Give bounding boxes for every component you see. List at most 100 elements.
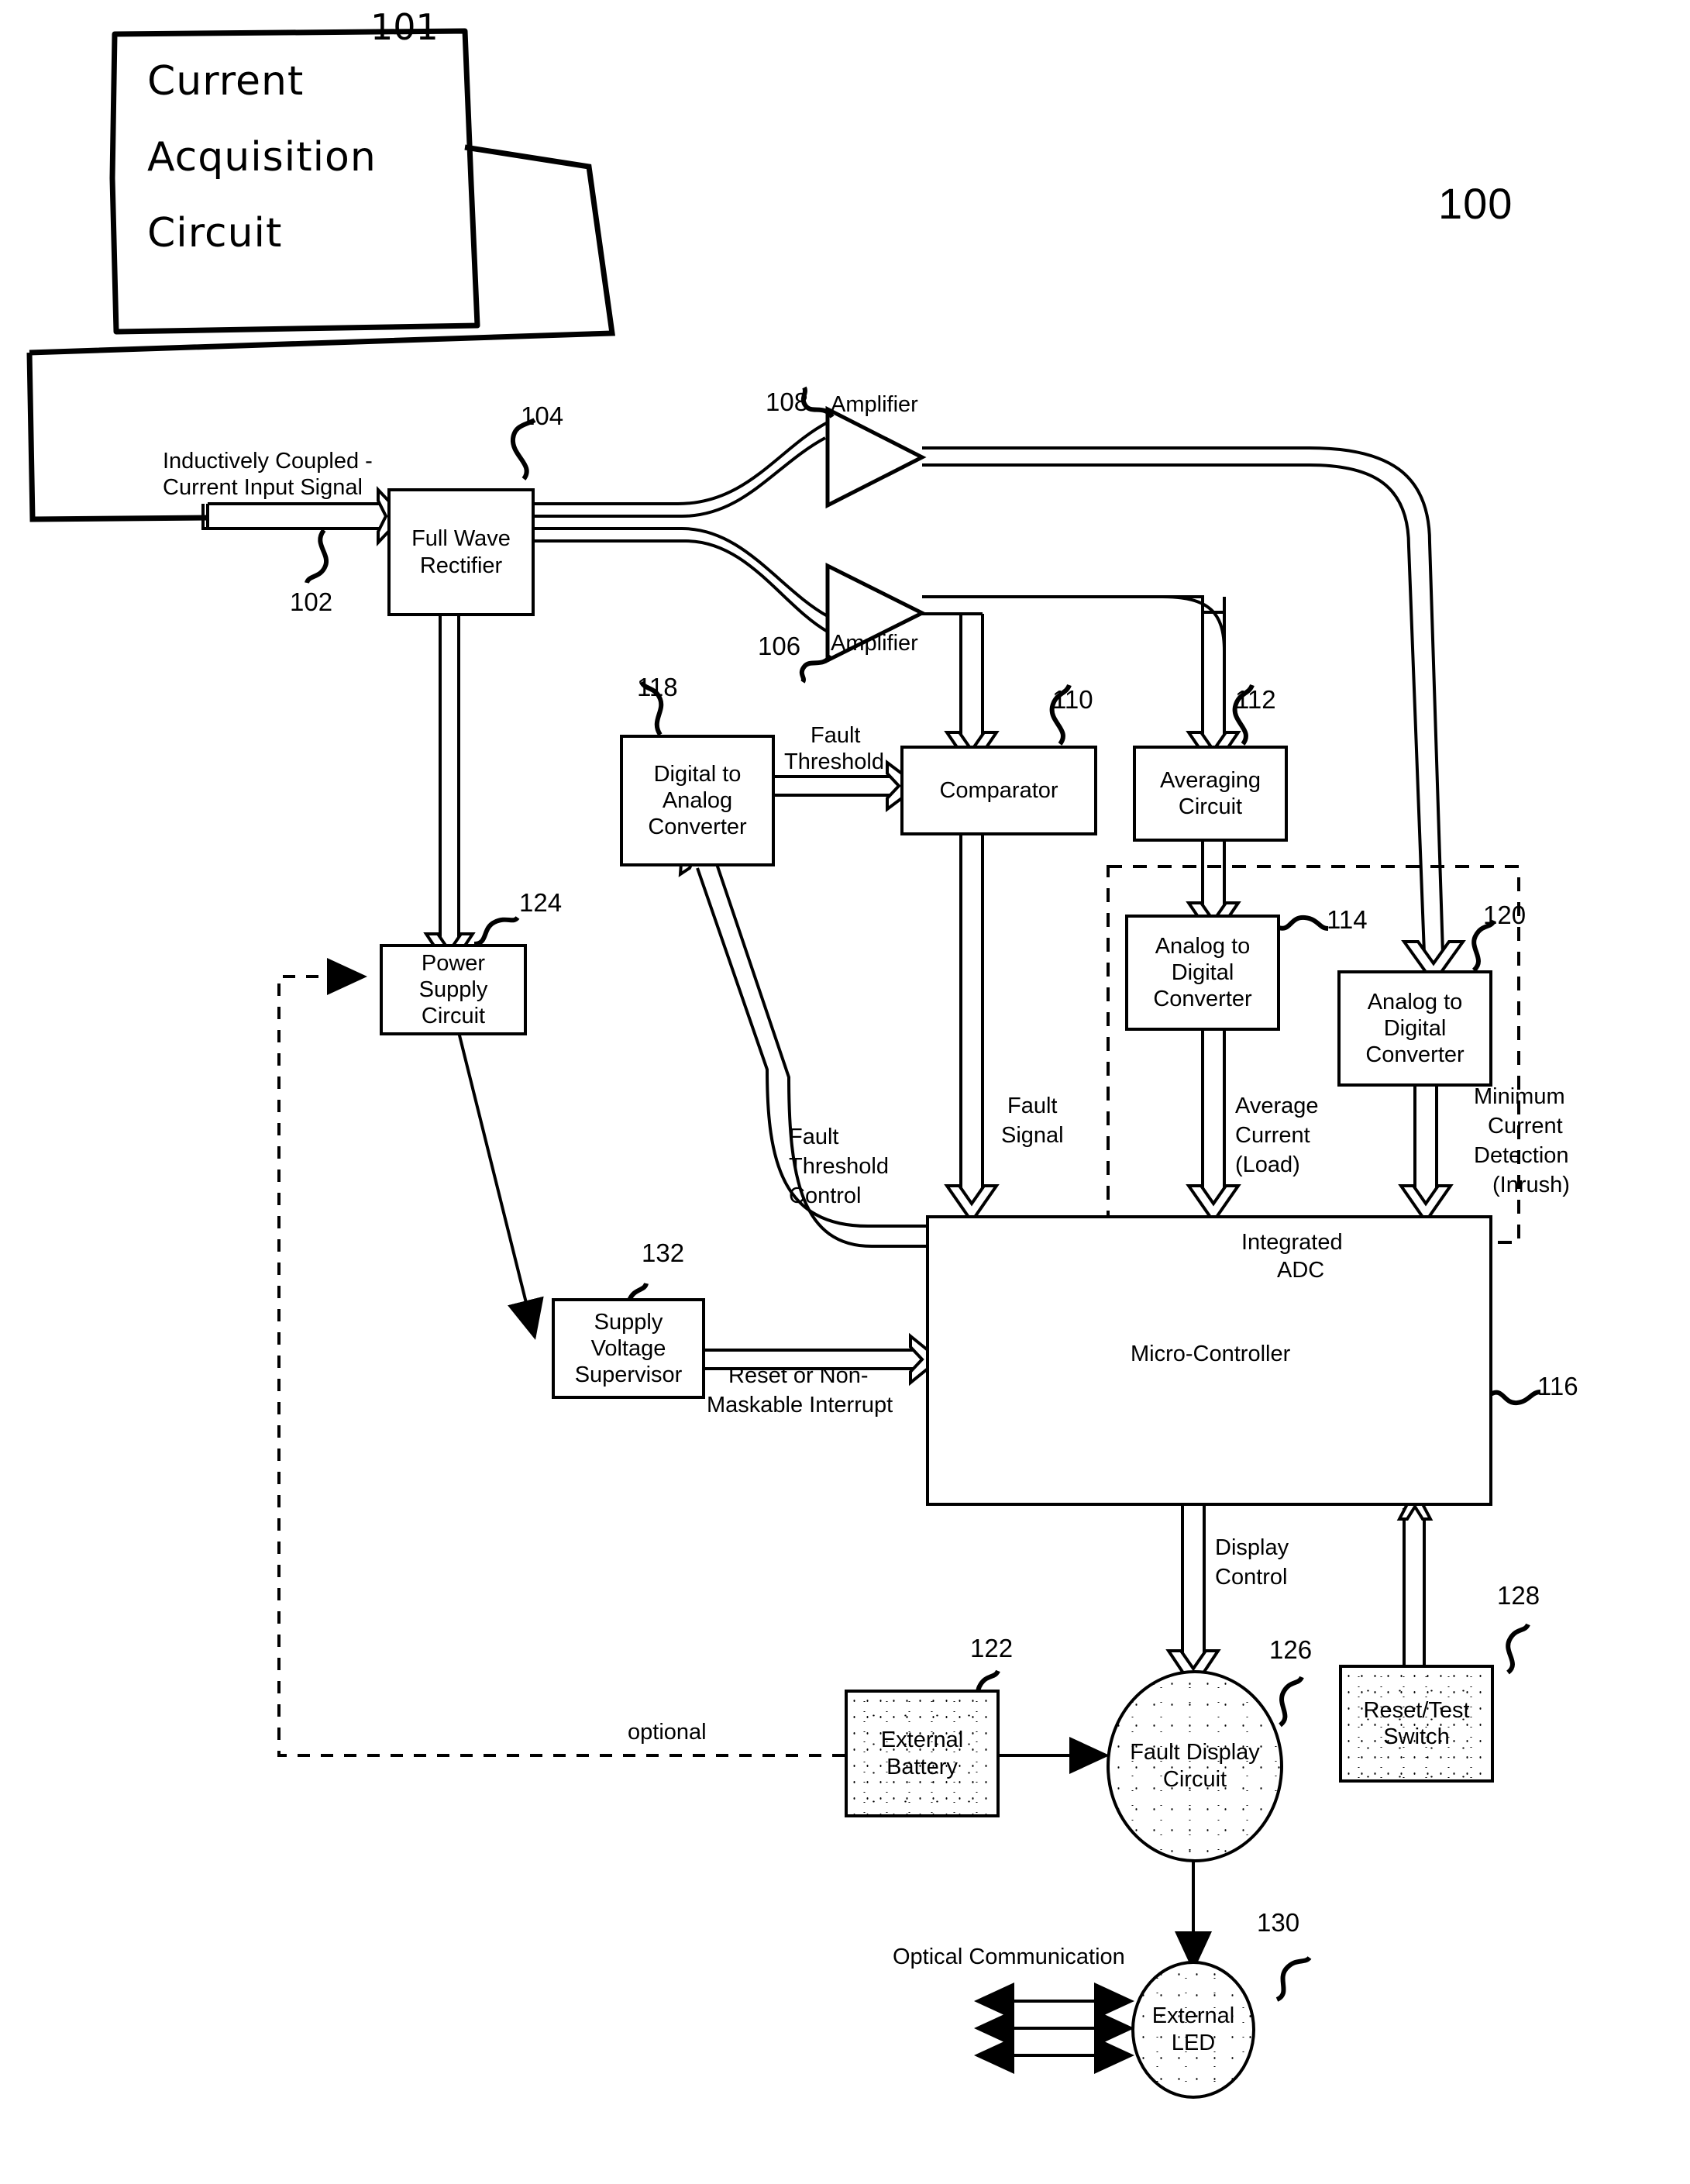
label-input-signal-line1: Inductively Coupled - xyxy=(163,449,373,474)
ref-leader-116 xyxy=(1488,1390,1541,1406)
block-label-line2: Voltage xyxy=(590,1335,666,1361)
block-label-line1: Fault Display xyxy=(1130,1740,1260,1765)
label-display-control-line1: Display xyxy=(1215,1535,1289,1560)
block-label-line2: Digital xyxy=(1171,959,1234,985)
diagram-connectors xyxy=(26,28,1541,2074)
amp108-bus-inner xyxy=(922,463,1426,954)
ref-126: 126 xyxy=(1269,1635,1313,1664)
block-external-led[interactable]: External LED xyxy=(1131,1961,1255,2099)
label-fault-threshold-line2: Threshold xyxy=(784,749,884,774)
block-label-line1: Full Wave xyxy=(411,526,511,552)
ref-110: 110 xyxy=(1052,685,1093,714)
hand-note-ref-101: 101 xyxy=(370,6,439,48)
label-fault-threshold-control-line3: Control xyxy=(789,1183,862,1208)
label-fault-threshold-control-line2: Threshold xyxy=(789,1154,889,1179)
block-label-line2: Analog xyxy=(662,787,733,813)
block-supply-voltage-supervisor[interactable]: Supply Voltage Supervisor xyxy=(552,1298,705,1399)
ref-leader-106 xyxy=(799,654,833,684)
patent-figure-page: 101 Current Acquisition Circuit 100 Full… xyxy=(0,0,1690,2184)
block-label-line3: Supervisor xyxy=(574,1362,683,1388)
ref-120: 120 xyxy=(1483,901,1527,929)
block-label-line3: Converter xyxy=(1153,987,1252,1012)
ref-118: 118 xyxy=(637,673,678,701)
block-label-line1: Digital to xyxy=(653,761,742,787)
block-label-line2: Supply xyxy=(418,977,488,1002)
label-minimum-current-line1: Minimum xyxy=(1474,1084,1565,1109)
block-label-line1: External xyxy=(880,1728,964,1753)
block-power-supply-circuit[interactable]: Power Supply Circuit xyxy=(380,944,527,1035)
amp106-bus-link xyxy=(961,595,1226,612)
psu-to-svs xyxy=(457,1032,544,1340)
block-label-line1: Power xyxy=(421,950,486,976)
label-optional: optional xyxy=(628,1720,707,1745)
block-comparator[interactable]: Comparator xyxy=(900,746,1097,835)
block-label-line2: Digital xyxy=(1383,1015,1447,1041)
label-fault-signal-line2: Signal xyxy=(1001,1123,1064,1148)
ref-leader-130 xyxy=(1275,1955,1312,2002)
label-minimum-current-line4: (Inrush) xyxy=(1492,1173,1570,1197)
ref-102: 102 xyxy=(290,587,333,616)
ref-116: 116 xyxy=(1537,1372,1578,1400)
block-reset-test-switch[interactable]: Reset/Test Switch xyxy=(1339,1665,1494,1783)
block-label-line2: LED xyxy=(1171,2031,1216,2055)
label-display-control-line2: Control xyxy=(1215,1565,1288,1590)
label-reset-nmi-line2: Maskable Interrupt xyxy=(707,1393,893,1418)
rect-out-lower-outer xyxy=(535,527,828,618)
block-micro-controller[interactable]: Micro-Controller xyxy=(926,1215,1492,1506)
label-minimum-current-line2: Current xyxy=(1488,1114,1563,1139)
label-amplifier-106: Amplifier xyxy=(831,631,918,656)
ref-128: 128 xyxy=(1497,1581,1540,1610)
block-full-wave-rectifier[interactable]: Full Wave Rectifier xyxy=(387,488,535,616)
label-fault-signal-line1: Fault xyxy=(1007,1094,1058,1118)
block-analog-to-digital-converter-114[interactable]: Analog to Digital Converter xyxy=(1125,915,1280,1031)
hand-note-line2: Acquisition xyxy=(147,134,377,181)
block-label-line1: Reset/Test xyxy=(1363,1697,1470,1723)
block-label-line3: Circuit xyxy=(421,1004,486,1029)
block-label-line1: Comparator xyxy=(939,777,1058,803)
rect-out-upper-inner xyxy=(535,421,828,505)
label-amplifier-108: Amplifier xyxy=(831,392,918,417)
ref-130: 130 xyxy=(1257,1908,1300,1937)
ref-leader-124 xyxy=(473,915,520,946)
block-analog-to-digital-converter-120[interactable]: Analog to Digital Converter xyxy=(1337,970,1492,1087)
label-input-signal-line2: Current Input Signal xyxy=(163,475,363,500)
block-label-line2: Battery xyxy=(886,1754,958,1779)
block-label-line1: Analog to xyxy=(1155,933,1251,959)
label-average-current-line1: Average xyxy=(1235,1094,1319,1118)
rect-out-lower-inner xyxy=(535,539,828,633)
block-label-line2: Switch xyxy=(1383,1724,1450,1749)
label-integrated-adc-line1: Integrated xyxy=(1241,1229,1343,1256)
label-integrated-adc-line2: ADC xyxy=(1277,1258,1325,1283)
block-fault-display-circuit[interactable]: Fault Display Circuit xyxy=(1107,1670,1283,1862)
ref-122: 122 xyxy=(970,1634,1014,1662)
block-label-line1: Micro-Controller xyxy=(1131,1342,1291,1366)
ref-leader-126 xyxy=(1278,1676,1304,1728)
amplifier-108-triangle xyxy=(825,405,927,509)
ref-132: 132 xyxy=(642,1238,685,1267)
block-averaging-circuit[interactable]: Averaging Circuit xyxy=(1133,746,1288,842)
amp108-bus-outer xyxy=(922,446,1444,954)
hand-note-line1: Current xyxy=(147,58,305,105)
ref-114: 114 xyxy=(1327,905,1368,934)
rect-out-upper-outer xyxy=(535,436,826,518)
ref-106: 106 xyxy=(758,632,801,660)
ref-leader-102 xyxy=(305,529,329,584)
label-optical-communication: Optical Communication xyxy=(893,1945,1125,1969)
block-digital-to-analog-converter[interactable]: Digital to Analog Converter xyxy=(620,735,775,866)
block-label-line2: Circuit xyxy=(1178,794,1243,819)
label-fault-threshold-control-line1: Fault xyxy=(789,1125,839,1149)
block-label-line3: Converter xyxy=(1365,1042,1465,1068)
hand-note-line3: Circuit xyxy=(147,210,283,257)
ref-104: 104 xyxy=(521,401,564,430)
label-minimum-current-line3: Detection xyxy=(1474,1143,1569,1168)
amp106-bus-top xyxy=(922,595,1226,740)
block-label-line2: Rectifier xyxy=(419,553,503,578)
ref-108: 108 xyxy=(766,388,809,416)
label-fault-threshold-line1: Fault xyxy=(811,723,861,748)
block-external-battery[interactable]: External Battery xyxy=(845,1690,1000,1817)
input-signal-bus xyxy=(201,504,387,530)
block-label-line1: Supply xyxy=(594,1309,663,1335)
figure-number: 100 xyxy=(1438,179,1513,228)
label-average-current-line3: (Load) xyxy=(1235,1152,1300,1177)
block-label-line2: Circuit xyxy=(1162,1767,1227,1792)
